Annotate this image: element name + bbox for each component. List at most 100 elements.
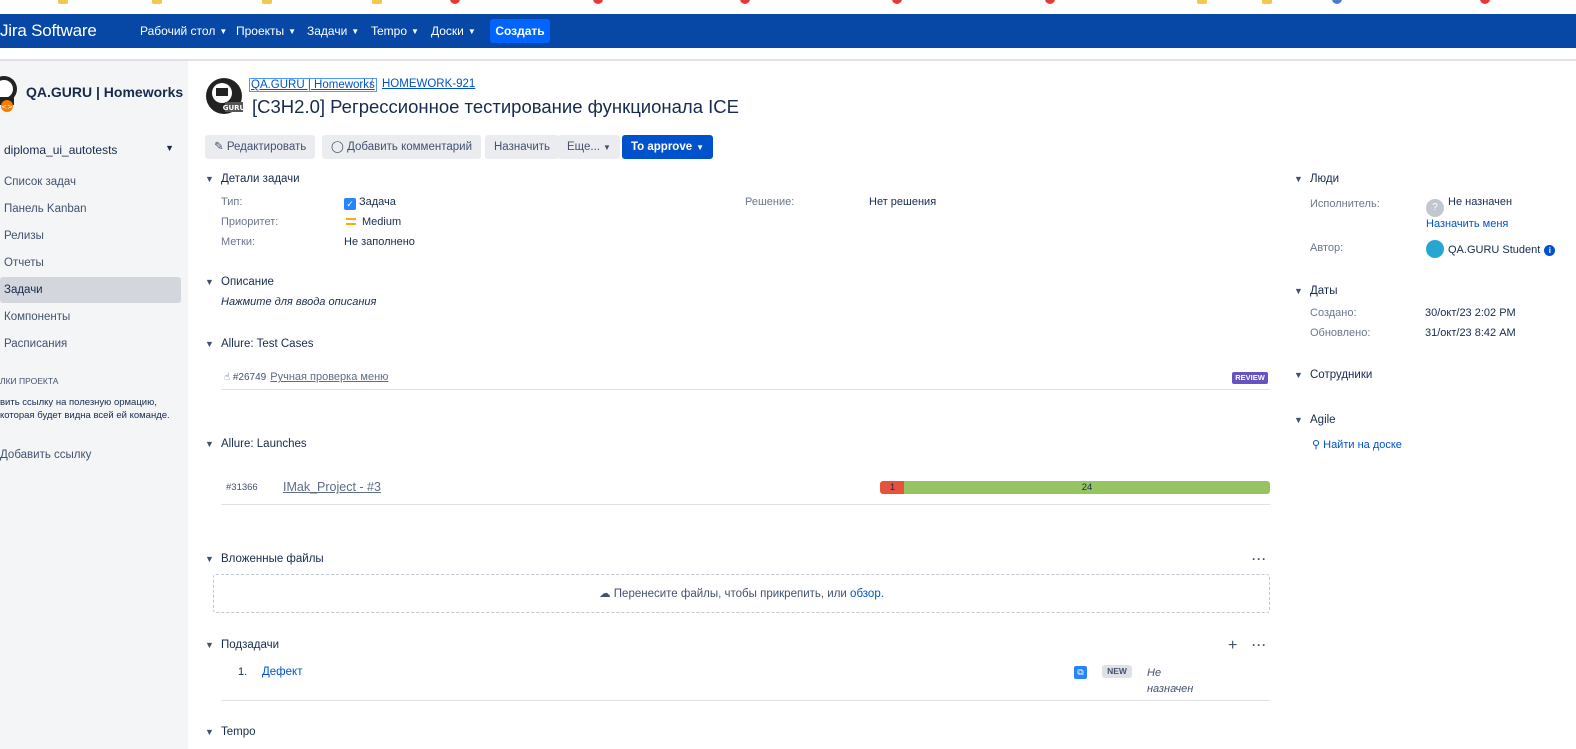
chevron-down-icon: ▼ [288,27,297,36]
sidebar-item-backlog[interactable]: Список задач [4,176,76,188]
labels-value[interactable]: Не заполнено [344,236,415,248]
launch-link[interactable]: IMak_Project - #3 [283,480,381,494]
assign-button[interactable]: Назначить [485,135,560,159]
comment-button[interactable]: ◯ Добавить комментарий [322,135,481,159]
hand-icon: ☝ [224,372,233,383]
people-heading[interactable]: ▼ Люди [1294,173,1339,185]
chevron-down-icon: ▼ [205,174,214,184]
chevron-down-icon: ▼ [205,439,214,449]
employees-heading[interactable]: ▼ Сотрудники [1294,369,1372,381]
test-cases-heading[interactable]: ▼ Allure: Test Cases [205,338,313,350]
bookmark-icon[interactable] [1480,0,1490,4]
nav-boards[interactable]: Доски ▼ [431,24,476,38]
attachments-heading[interactable]: ▼ Вложенные файлы [205,553,324,565]
created-value: 30/окт/23 2:02 PM [1425,307,1516,319]
bookmark-icon[interactable] [593,0,603,4]
sidebar-item-components[interactable]: Компоненты [4,311,70,323]
subtask-type-icon: ⧉ [1074,666,1087,679]
edit-button[interactable]: ✎ Редактировать [205,135,316,159]
subtasks-heading[interactable]: ▼ Подзадачи [205,639,279,651]
test-case-link[interactable]: Ручная проверка меню [270,371,388,383]
drop-text: Перенесите файлы, чтобы прикрепить, или [613,588,847,600]
subtask-number: 1. [238,666,248,678]
chevron-down-icon: ▼ [411,27,419,36]
folder-icon[interactable] [1262,0,1272,4]
nav-dashboards[interactable]: Рабочий стол ▼ [140,24,227,38]
nav-tempo[interactable]: Tempo ▼ [371,24,419,38]
folder-icon[interactable] [1197,0,1207,4]
info-icon[interactable]: i [1544,245,1556,256]
subtask-link[interactable]: Дефект [262,666,302,678]
folder-icon[interactable] [58,0,68,4]
resolution-label: Решение: [745,196,795,208]
chevron-down-icon: ▼ [351,27,360,36]
updated-label: Обновлено: [1310,327,1371,339]
folder-icon[interactable] [152,0,162,4]
folder-icon[interactable] [262,0,272,4]
shortcuts-heading: лки проекта [0,376,59,386]
browse-link[interactable]: обзор. [850,588,884,600]
comment-icon: ◯ [331,141,348,153]
more-options-icon[interactable]: ··· [1252,552,1267,566]
chevron-down-icon: ▼ [696,143,705,152]
dates-heading[interactable]: ▼ Даты [1294,285,1337,297]
board-selector[interactable]: diploma_ui_autotests ▼ [4,143,174,157]
nav-projects[interactable]: Проекты ▼ [236,24,296,38]
type-text: Задача [359,196,396,208]
sidebar-item-kanban[interactable]: Панель Kanban [4,203,87,215]
nav-issues[interactable]: Задачи ▼ [307,24,359,38]
more-label: Еще... [567,141,600,153]
assignee-text: Не назначен [1448,196,1513,208]
edit-label: Редактировать [226,141,307,153]
launches-heading[interactable]: ▼ Allure: Launches [205,438,307,450]
details-heading[interactable]: ▼ Детали задачи [205,173,300,185]
svg-text:GURU: GURU [223,104,243,112]
add-link-button[interactable]: Добавить ссылку [0,449,91,461]
bookmark-icon[interactable] [1045,0,1055,4]
search-icon: ⚲ [1312,439,1324,451]
pencil-icon: ✎ [214,141,227,153]
agile-heading[interactable]: ▼ Agile [1294,414,1336,426]
folder-icon[interactable] [372,0,382,4]
chevron-down-icon: ▼ [205,277,214,287]
bookmark-icon[interactable] [740,0,750,4]
sidebar-item-releases[interactable]: Релизы [4,230,44,242]
nav-label: Доски [431,24,464,38]
board-name: diploma_ui_autotests [4,143,118,157]
heading-text: Сотрудники [1310,369,1373,381]
project-avatar[interactable]: <> [0,75,20,113]
jira-logo[interactable]: Jira Software [0,21,97,41]
chevron-down-icon: ▼ [165,143,174,153]
more-options-icon[interactable]: ··· [1252,638,1267,652]
description-field[interactable]: Нажмите для ввода описания [221,296,376,308]
bookmark-icon[interactable] [1332,0,1342,4]
tempo-heading[interactable]: ▼ Tempo [205,726,256,738]
chevron-down-icon: ▼ [205,727,214,737]
reporter-value[interactable]: QA.GURU Student i [1426,240,1556,258]
breadcrumb-issue-key[interactable]: HOMEWORK-921 [382,78,475,90]
sidebar-item-reports[interactable]: Отчеты [4,257,44,269]
breadcrumb-project[interactable]: QA.GURU | Homeworks [249,78,377,92]
updated-value: 31/окт/23 8:42 AM [1425,327,1516,339]
find-on-board-link[interactable]: ⚲ Найти на доске [1312,438,1402,451]
review-badge: REVIEW [1232,372,1268,384]
add-subtask-icon[interactable]: + [1228,637,1237,655]
sidebar-item-issues[interactable]: Задачи [0,277,181,303]
description-heading[interactable]: ▼ Описание [205,276,274,288]
issue-title[interactable]: [C3H2.0] Регрессионное тестирование функ… [252,96,739,118]
sidebar-item-schedules[interactable]: Расписания [4,338,67,350]
bookmark-icon[interactable] [450,0,460,4]
unassigned-avatar-icon: ? [1426,199,1444,217]
project-name[interactable]: QA.GURU | Homeworks [26,84,183,100]
divider [221,389,1270,390]
subtask-status-badge: NEW [1102,665,1132,678]
assign-me-link[interactable]: Назначить меня [1426,218,1508,230]
attachment-dropzone[interactable]: ☁ Перенесите файлы, чтобы прикрепить, ил… [213,574,1270,613]
workflow-button[interactable]: To approve ▼ [622,135,714,159]
breadcrumb-separator: / [370,78,374,90]
bookmark-icon[interactable] [892,0,902,4]
create-button[interactable]: Создать [490,19,550,43]
more-button[interactable]: Еще... ▼ [558,135,620,159]
reporter-text: QA.GURU Student [1448,244,1541,256]
cloud-upload-icon: ☁ [599,588,614,600]
